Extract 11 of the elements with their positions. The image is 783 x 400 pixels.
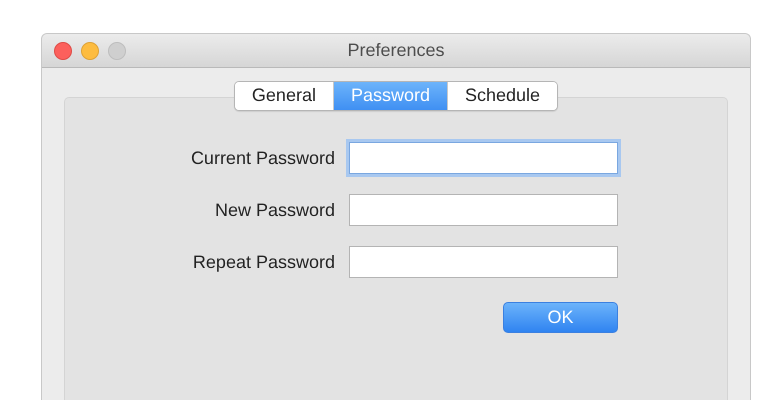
field-label: Repeat Password: [192, 252, 335, 272]
tab[interactable]: Schedule: [447, 82, 558, 110]
tab[interactable]: General: [234, 82, 333, 110]
field-label: New Password: [214, 200, 335, 220]
password-field[interactable]: [349, 194, 618, 226]
password-field[interactable]: [349, 246, 618, 278]
minimize-window-button[interactable]: [81, 42, 99, 60]
close-window-button[interactable]: [54, 42, 72, 60]
field-label: Current Password: [190, 148, 335, 168]
window-title: Preferences: [347, 40, 445, 61]
password-field[interactable]: [349, 142, 618, 174]
